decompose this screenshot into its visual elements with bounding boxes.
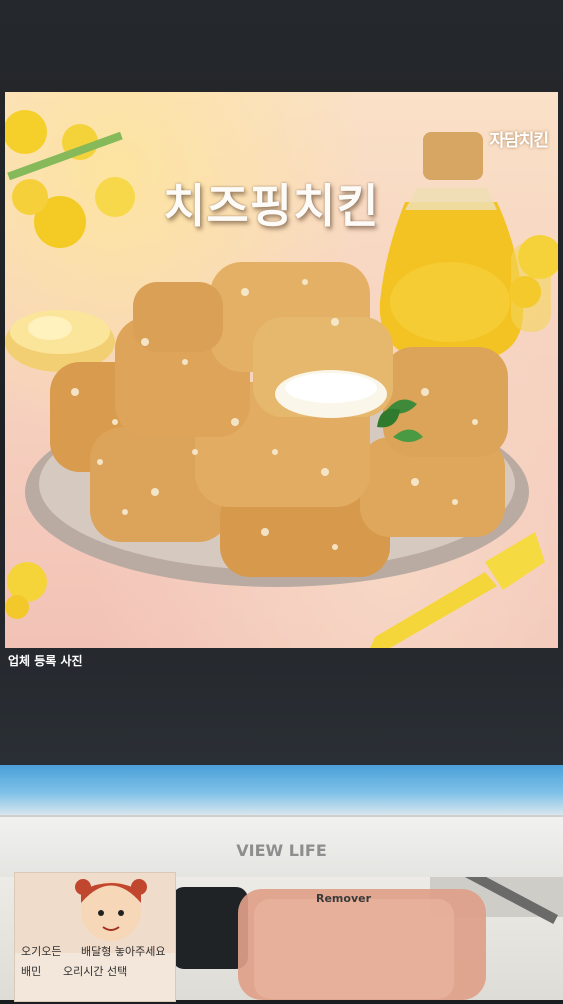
flower-decoration: [5, 110, 135, 248]
note-text-line-2: 배달형 놓아주세요: [81, 945, 166, 958]
note-text-line-3: 배민: [21, 965, 42, 978]
product-headline: 치즈핑치킨: [163, 179, 380, 233]
sticky-note: 오기오든 배달형 놓아주세요 배민 오리시간 선택: [14, 872, 176, 1002]
product-photo: 자담치킨 치즈핑치킨: [5, 92, 558, 648]
bottle-label: Remover: [316, 892, 372, 905]
screen-backlight-glow: [0, 765, 563, 815]
bottle-cap: [172, 887, 248, 969]
monitor-bezel: VIEW LIFE: [0, 815, 563, 879]
cartoon-sticker: [15, 873, 175, 953]
brand-logo: 자담치킨: [489, 131, 549, 151]
photo-caption: 업체 등록 사진: [8, 654, 83, 668]
monitor-brand-logo: VIEW LIFE: [236, 841, 327, 860]
note-text-line-4: 오리시간 선택: [63, 965, 128, 978]
note-text-line-1: 오기오든: [21, 945, 62, 958]
